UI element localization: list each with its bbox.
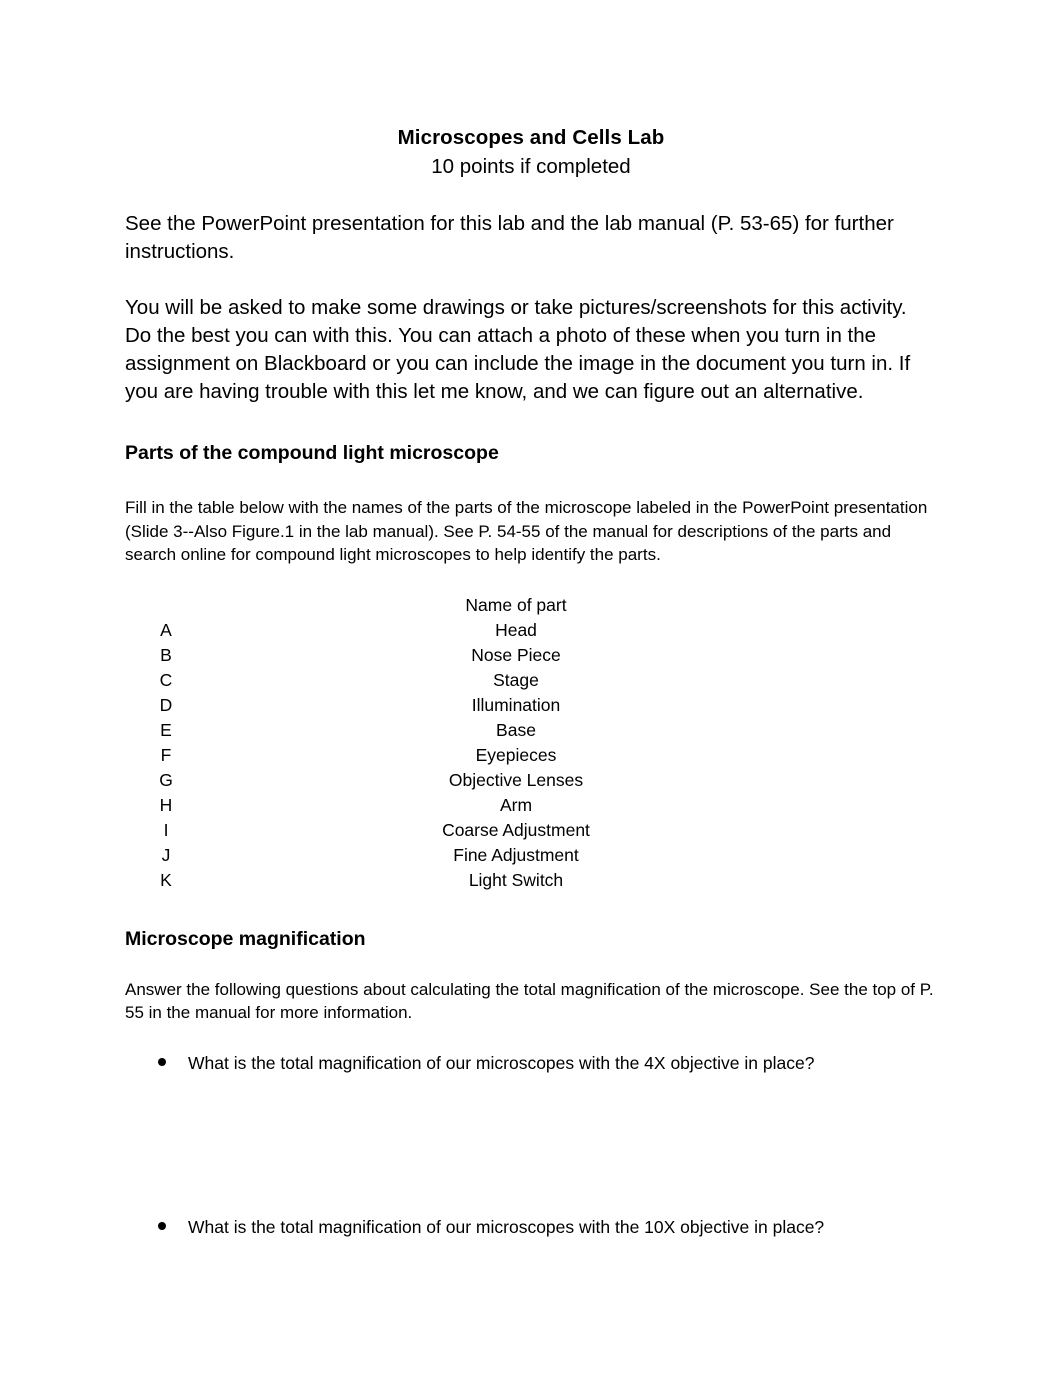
table-row: B Nose Piece xyxy=(125,643,825,668)
table-row: D Illumination xyxy=(125,693,825,718)
page-title: Microscopes and Cells Lab xyxy=(397,126,665,149)
column-header-letter xyxy=(125,593,207,618)
table-row: C Stage xyxy=(125,668,825,693)
table-row: J Fine Adjustment xyxy=(125,843,825,868)
spacer-before-magnification-heading xyxy=(125,893,937,926)
table-row: I Coarse Adjustment xyxy=(125,818,825,843)
row-part-name[interactable]: Objective Lenses xyxy=(207,768,825,793)
document-page: Microscopes and Cells Lab 10 points if c… xyxy=(0,0,1062,1377)
spacer-after-parts-heading xyxy=(125,466,937,496)
spacer-after-magnification-heading xyxy=(125,952,937,978)
table-row: K Light Switch xyxy=(125,868,825,893)
table-row: F Eyepieces xyxy=(125,743,825,768)
table-row: H Arm xyxy=(125,793,825,818)
table-row: A Head xyxy=(125,618,825,643)
spacer-before-parts-heading xyxy=(125,406,937,440)
spacer-before-bullets xyxy=(125,1025,937,1051)
row-letter: H xyxy=(159,794,173,815)
question-text: What is the total magnification of our m… xyxy=(188,1052,815,1073)
row-letter: K xyxy=(160,869,172,890)
row-part-name[interactable]: Illumination xyxy=(207,693,825,718)
table-row: G Objective Lenses xyxy=(125,768,825,793)
row-part-name[interactable]: Head xyxy=(207,618,825,643)
row-part-name[interactable]: Base xyxy=(207,718,825,743)
column-header-name: Name of part xyxy=(465,594,567,615)
row-letter: C xyxy=(159,669,173,690)
row-letter: A xyxy=(160,619,172,640)
bullet-dot-icon xyxy=(158,1057,166,1066)
row-part-name[interactable]: Nose Piece xyxy=(207,643,825,668)
section-heading-parts: Parts of the compound light microscope xyxy=(125,442,499,464)
magnification-instructions: Answer the following questions about cal… xyxy=(125,979,934,1023)
row-part-name[interactable]: Fine Adjustment xyxy=(207,843,825,868)
row-letter: G xyxy=(159,769,173,790)
bullet-dot-icon xyxy=(158,1221,166,1230)
list-item: What is the total magnification of our m… xyxy=(125,1215,937,1240)
spacer-after-intro xyxy=(125,266,937,294)
row-letter: F xyxy=(160,744,172,765)
question-text: What is the total magnification of our m… xyxy=(188,1216,825,1237)
page-subtitle: 10 points if completed xyxy=(431,155,631,178)
row-part-name[interactable]: Arm xyxy=(207,793,825,818)
magnification-question-list: What is the total magnification of our m… xyxy=(125,1051,937,1240)
row-part-name[interactable]: Coarse Adjustment xyxy=(207,818,825,843)
row-part-name[interactable]: Eyepieces xyxy=(207,743,825,768)
row-part-name[interactable]: Stage xyxy=(207,668,825,693)
answer-space[interactable] xyxy=(125,1076,937,1215)
intro-paragraph: See the PowerPoint presentation for this… xyxy=(125,212,894,263)
spacer-after-title xyxy=(125,180,937,210)
document-content: Microscopes and Cells Lab 10 points if c… xyxy=(125,0,937,1240)
table-row: E Base xyxy=(125,718,825,743)
row-letter: J xyxy=(161,844,171,865)
row-letter: E xyxy=(160,719,172,740)
list-item: What is the total magnification of our m… xyxy=(125,1051,937,1076)
row-letter: I xyxy=(163,819,169,840)
instructions-paragraph: You will be asked to make some drawings … xyxy=(125,296,911,403)
parts-instructions: Fill in the table below with the names o… xyxy=(125,498,928,564)
microscope-parts-table: Name of part A Head B Nose Piece C Stage… xyxy=(125,593,825,893)
table-header-row: Name of part xyxy=(125,593,825,618)
table-body: A Head B Nose Piece C Stage D Illuminati… xyxy=(125,618,825,893)
row-part-name[interactable]: Light Switch xyxy=(207,868,825,893)
section-heading-magnification: Microscope magnification xyxy=(125,927,366,950)
row-letter: B xyxy=(160,644,172,665)
row-letter: D xyxy=(159,694,173,715)
